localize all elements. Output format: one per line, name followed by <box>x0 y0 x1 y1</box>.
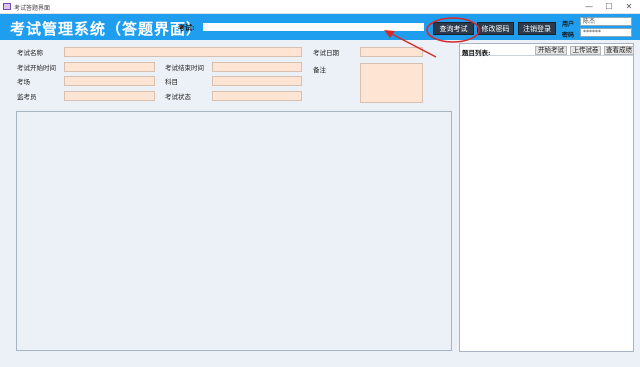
question-list-label: 题目列表: <box>462 49 491 57</box>
exam-label: 考试: <box>178 23 195 32</box>
password-label: 密码 <box>562 32 575 39</box>
window-titlebar: 考试答题界面 — ☐ ✕ <box>0 0 640 14</box>
end-time-field[interactable] <box>212 62 302 72</box>
question-list-panel[interactable]: 题目列表: 开始考试 上传试卷 查看成绩 <box>459 43 634 352</box>
venue-label: 考场 <box>17 78 30 86</box>
user-field[interactable]: 陈杰 <box>580 17 632 26</box>
change-password-button[interactable]: 修改密码 <box>477 22 514 35</box>
exam-name-label: 考试名称 <box>17 49 43 57</box>
notes-label: 备注 <box>313 66 326 74</box>
app-header: 考试管理系统（答题界面） 考试: 查询考试 修改密码 注销登录 用户 陈杰 密码… <box>0 14 640 40</box>
status-field[interactable] <box>212 91 302 101</box>
view-score-button[interactable]: 查看成绩 <box>604 46 634 55</box>
app-icon <box>3 3 11 10</box>
end-time-label: 考试结束时间 <box>165 64 204 72</box>
venue-field[interactable] <box>64 76 155 86</box>
subject-field[interactable] <box>212 76 302 86</box>
minimize-icon[interactable]: — <box>580 1 598 12</box>
status-label: 考试状态 <box>165 93 191 101</box>
exam-date-label: 考试日期 <box>313 49 339 57</box>
app-title: 考试管理系统（答题界面） <box>10 20 203 38</box>
maximize-icon[interactable]: ☐ <box>600 1 618 12</box>
answer-panel[interactable] <box>16 111 452 351</box>
exam-date-field[interactable] <box>360 47 423 57</box>
close-icon[interactable]: ✕ <box>620 1 638 12</box>
start-time-label: 考试开始时间 <box>17 64 56 72</box>
upload-paper-button[interactable]: 上传试卷 <box>570 46 601 55</box>
proctor-field[interactable] <box>64 91 155 101</box>
window-title: 考试答题界面 <box>14 5 51 12</box>
exam-input[interactable] <box>203 23 424 31</box>
notes-field[interactable] <box>360 63 423 103</box>
password-field[interactable]: ****** <box>580 28 632 37</box>
subject-label: 科目 <box>165 78 178 86</box>
start-exam-button[interactable]: 开始考试 <box>535 46 567 55</box>
logout-button[interactable]: 注销登录 <box>518 22 556 35</box>
question-list-header: 题目列表: 开始考试 上传试卷 查看成绩 <box>460 44 634 57</box>
start-time-field[interactable] <box>64 62 155 72</box>
proctor-label: 监考员 <box>17 93 37 101</box>
query-exam-button[interactable]: 查询考试 <box>433 22 474 35</box>
user-label: 用户 <box>562 21 575 28</box>
exam-name-field[interactable] <box>64 47 302 57</box>
